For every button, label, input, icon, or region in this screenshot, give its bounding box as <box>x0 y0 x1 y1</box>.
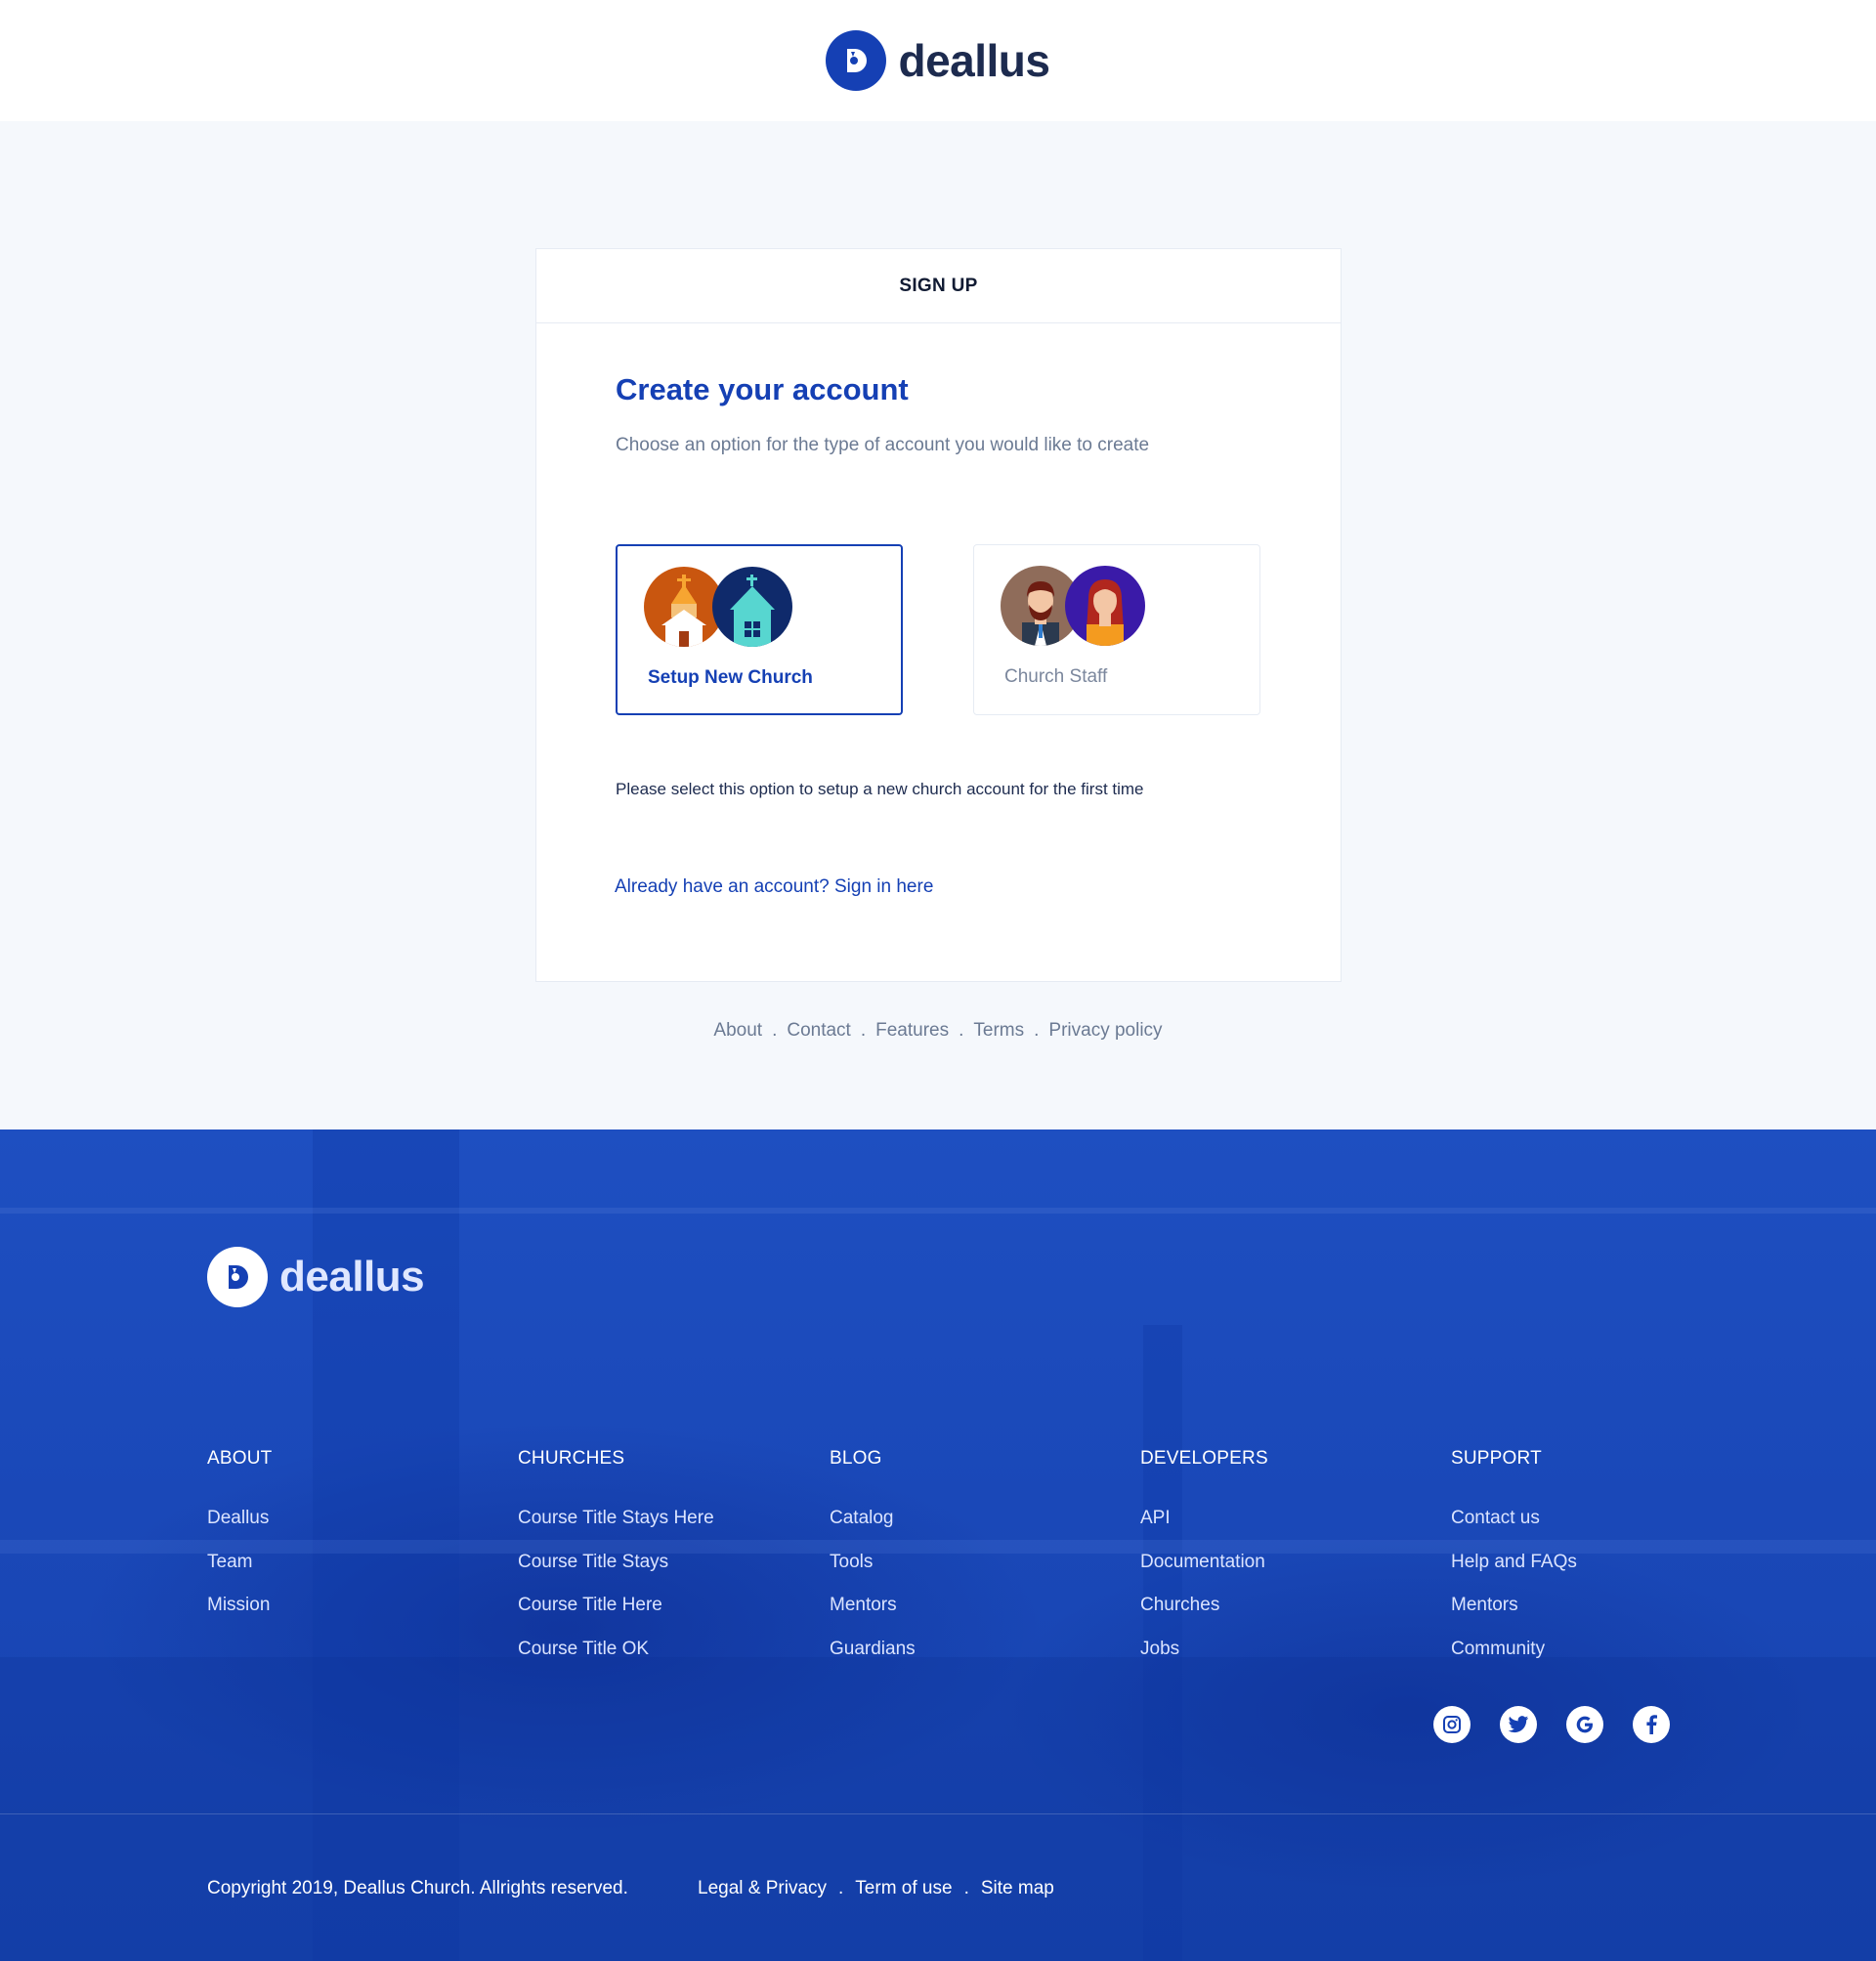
link-term-of-use[interactable]: Term of use <box>855 1878 952 1899</box>
footer-link[interactable]: Jobs <box>1140 1628 1433 1672</box>
link-terms[interactable]: Terms <box>973 1020 1024 1042</box>
link-site-map[interactable]: Site map <box>981 1878 1054 1899</box>
footer-logo[interactable]: deallus <box>207 1247 425 1307</box>
separator: . <box>860 1020 867 1041</box>
separator: . <box>959 1020 964 1041</box>
footer-column-blog: BLOG Catalog Tools Mentors Guardians <box>830 1448 1123 1671</box>
footer-link[interactable]: Course Title OK <box>518 1628 811 1672</box>
footer-link[interactable]: Help and FAQs <box>1451 1541 1744 1585</box>
link-contact[interactable]: Contact <box>787 1020 850 1042</box>
separator: . <box>963 1878 969 1898</box>
card-header: SIGN UP <box>536 249 1341 323</box>
page-subtitle: Choose an option for the type of account… <box>616 435 1150 455</box>
footer-link[interactable]: Course Title Stays Here <box>518 1497 811 1541</box>
google-icon[interactable] <box>1566 1706 1603 1743</box>
footer-link[interactable]: Mentors <box>830 1584 1123 1628</box>
separator: . <box>838 1878 844 1898</box>
footer-link[interactable]: Guardians <box>830 1628 1123 1672</box>
separator: . <box>1034 1020 1040 1041</box>
secondary-nav: About . Contact . Features . Terms . Pri… <box>0 1020 1876 1042</box>
woman-avatar-icon <box>1065 566 1145 646</box>
footer-column-title: DEVELOPERS <box>1140 1448 1268 1469</box>
footer-link[interactable]: Course Title Stays <box>518 1541 811 1585</box>
option-description: Please select this option to setup a new… <box>616 780 1144 798</box>
footer-link[interactable]: Team <box>207 1541 500 1585</box>
page-title: Create your account <box>616 372 909 406</box>
footer-divider <box>0 1813 1876 1814</box>
footer-brand-name: deallus <box>279 1253 425 1300</box>
copyright-text: Copyright 2019, Deallus Church. Allright… <box>207 1878 628 1898</box>
legal-nav: Legal & Privacy . Term of use . Site map <box>698 1878 1054 1899</box>
footer-column-title: BLOG <box>830 1448 882 1469</box>
brand-name: deallus <box>898 35 1050 86</box>
social-links <box>1433 1706 1670 1743</box>
footer-column-title: ABOUT <box>207 1448 273 1469</box>
footer-link[interactable]: Churches <box>1140 1584 1433 1628</box>
footer-link[interactable]: Mentors <box>1451 1584 1744 1628</box>
church-blue-icon <box>712 567 792 647</box>
staff-icons <box>1001 566 1157 648</box>
link-about[interactable]: About <box>713 1020 762 1042</box>
footer-link[interactable]: Course Title Here <box>518 1584 811 1628</box>
link-features[interactable]: Features <box>875 1020 949 1042</box>
footer-link[interactable]: Tools <box>830 1541 1123 1585</box>
footer-column-title: CHURCHES <box>518 1448 625 1469</box>
footer-column-support: SUPPORT Contact us Help and FAQs Mentors… <box>1451 1448 1744 1671</box>
facebook-icon[interactable] <box>1633 1706 1670 1743</box>
deallus-logo-icon <box>207 1247 268 1307</box>
footer-link[interactable]: API <box>1140 1497 1433 1541</box>
brand-logo[interactable]: deallus <box>826 30 1050 91</box>
option-label: Setup New Church <box>648 667 813 688</box>
footer-link[interactable]: Deallus <box>207 1497 500 1541</box>
signup-card: SIGN UP Create your account Choose an op… <box>535 248 1342 982</box>
footer-column-churches: CHURCHES Course Title Stays Here Course … <box>518 1448 811 1671</box>
link-legal-privacy[interactable]: Legal & Privacy <box>698 1878 827 1899</box>
footer-link[interactable]: Community <box>1451 1628 1744 1672</box>
separator: . <box>772 1020 778 1041</box>
footer-link[interactable]: Contact us <box>1451 1497 1744 1541</box>
top-header: deallus <box>0 0 1876 121</box>
site-footer: deallus ABOUT Deallus Team Mission CHURC… <box>0 1130 1876 1961</box>
footer-link[interactable]: Documentation <box>1140 1541 1433 1585</box>
link-privacy-policy[interactable]: Privacy policy <box>1048 1020 1162 1042</box>
option-label: Church Staff <box>1004 666 1108 687</box>
deallus-logo-icon <box>826 30 887 91</box>
footer-column-about: ABOUT Deallus Team Mission <box>207 1448 500 1628</box>
footer-column-developers: DEVELOPERS API Documentation Churches Jo… <box>1140 1448 1433 1671</box>
twitter-icon[interactable] <box>1500 1706 1537 1743</box>
sign-in-link[interactable]: Already have an account? Sign in here <box>615 876 933 898</box>
footer-link[interactable]: Catalog <box>830 1497 1123 1541</box>
option-church-staff[interactable]: Church Staff <box>973 544 1260 715</box>
church-icons <box>644 567 800 649</box>
footer-link[interactable]: Mission <box>207 1584 500 1628</box>
option-setup-new-church[interactable]: Setup New Church <box>616 544 903 715</box>
footer-column-title: SUPPORT <box>1451 1448 1542 1469</box>
instagram-icon[interactable] <box>1433 1706 1471 1743</box>
